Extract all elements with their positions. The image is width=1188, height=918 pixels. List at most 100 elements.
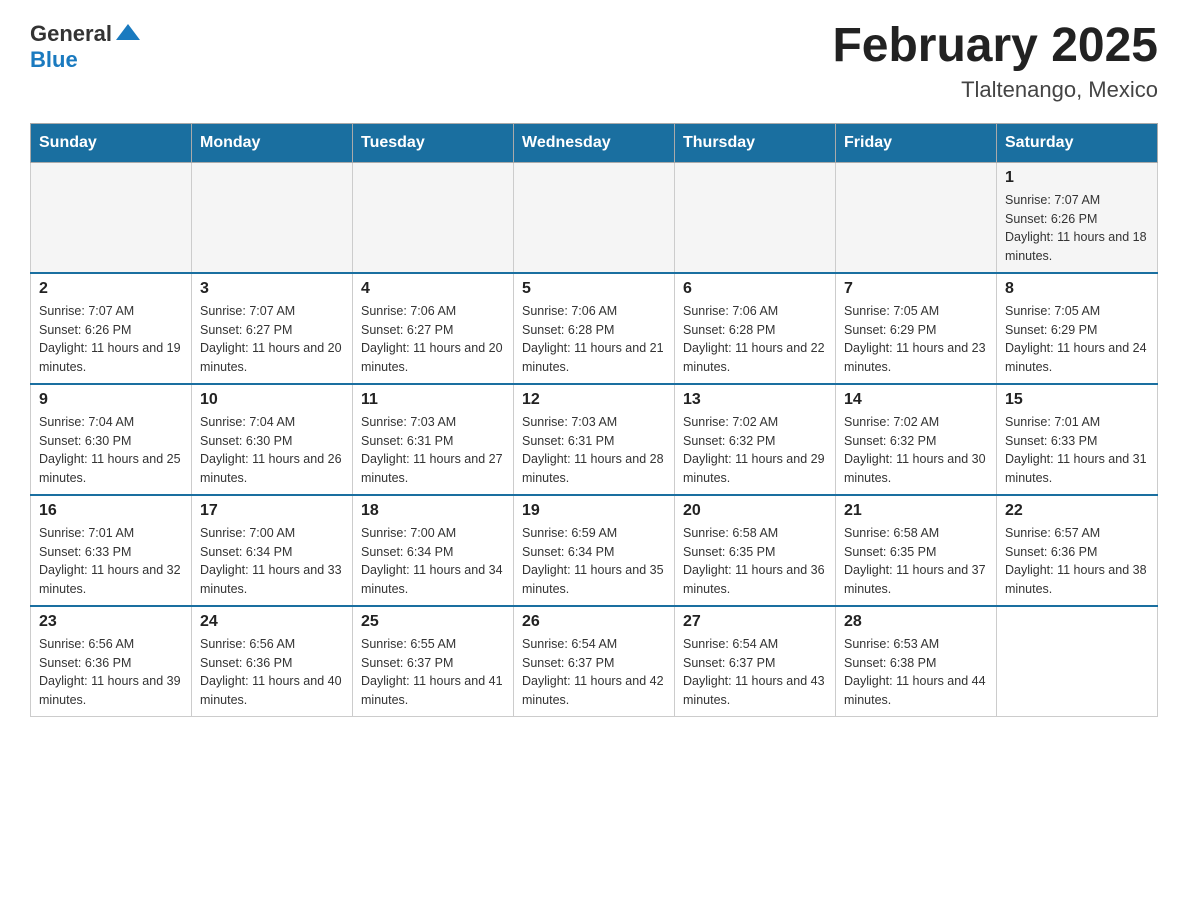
page-header: General Blue February 2025 Tlaltenango, … xyxy=(30,20,1158,103)
calendar-cell: 4Sunrise: 7:06 AMSunset: 6:27 PMDaylight… xyxy=(353,273,514,384)
calendar-cell: 13 Sunrise: 7:02 AMSunset: 6:32 PMDayligh… xyxy=(675,384,836,495)
day-number: 3 xyxy=(200,280,344,298)
day-info: Sunrise: 7:01 AMSunset: 6:33 PMDaylight:… xyxy=(39,524,183,599)
day-info: Sunrise: 7:06 AMSunset: 6:27 PMDaylight:… xyxy=(361,302,505,377)
calendar-cell xyxy=(675,162,836,273)
calendar-week-4: 23Sunrise: 6:56 AMSunset: 6:36 PMDayligh… xyxy=(31,606,1158,717)
day-number: 22 xyxy=(1005,502,1149,520)
calendar-cell: 2 Sunrise: 7:07 AMSunset: 6:26 PMDaylight… xyxy=(31,273,192,384)
day-number: 18 xyxy=(361,502,505,520)
day-info: Sunrise: 6:56 AMSunset: 6:36 PMDaylight:… xyxy=(200,635,344,710)
day-number: 19 xyxy=(522,502,666,520)
calendar-cell xyxy=(353,162,514,273)
day-info: Sunrise: 7:07 AMSunset: 6:26 PMDaylight:… xyxy=(1005,191,1149,266)
calendar-cell: 8 Sunrise: 7:05 AMSunset: 6:29 PMDaylight… xyxy=(997,273,1158,384)
day-number: 10 xyxy=(200,391,344,409)
calendar-week-3: 16 Sunrise: 7:01 AMSunset: 6:33 PMDayligh… xyxy=(31,495,1158,606)
calendar-cell xyxy=(836,162,997,273)
calendar-cell xyxy=(192,162,353,273)
day-number: 9 xyxy=(39,391,183,409)
day-info: Sunrise: 7:02 AMSunset: 6:32 PMDaylight:… xyxy=(844,413,988,488)
day-info: Sunrise: 7:05 AMSunset: 6:29 PMDaylight:… xyxy=(1005,302,1149,377)
day-info: Sunrise: 7:07 AMSunset: 6:27 PMDaylight:… xyxy=(200,302,344,377)
calendar-cell: 26 Sunrise: 6:54 AMSunset: 6:37 PMDayligh… xyxy=(514,606,675,717)
day-info: Sunrise: 7:04 AMSunset: 6:30 PMDaylight:… xyxy=(200,413,344,488)
day-number: 27 xyxy=(683,613,827,631)
day-info: Sunrise: 6:55 AMSunset: 6:37 PMDaylight:… xyxy=(361,635,505,710)
calendar-cell: 15Sunrise: 7:01 AMSunset: 6:33 PMDayligh… xyxy=(997,384,1158,495)
calendar-cell: 7 Sunrise: 7:05 AMSunset: 6:29 PMDaylight… xyxy=(836,273,997,384)
day-info: Sunrise: 6:59 AMSunset: 6:34 PMDaylight:… xyxy=(522,524,666,599)
col-sunday: Sunday xyxy=(31,123,192,162)
calendar-cell: 17 Sunrise: 7:00 AMSunset: 6:34 PMDayligh… xyxy=(192,495,353,606)
calendar-cell: 24 Sunrise: 6:56 AMSunset: 6:36 PMDayligh… xyxy=(192,606,353,717)
logo-general: General xyxy=(30,22,112,46)
day-number: 15 xyxy=(1005,391,1149,409)
day-number: 13 xyxy=(683,391,827,409)
day-info: Sunrise: 7:03 AMSunset: 6:31 PMDaylight:… xyxy=(522,413,666,488)
calendar-cell: 10 Sunrise: 7:04 AMSunset: 6:30 PMDayligh… xyxy=(192,384,353,495)
calendar-cell: 11 Sunrise: 7:03 AMSunset: 6:31 PMDayligh… xyxy=(353,384,514,495)
day-number: 8 xyxy=(1005,280,1149,298)
day-info: Sunrise: 6:54 AMSunset: 6:37 PMDaylight:… xyxy=(683,635,827,710)
col-monday: Monday xyxy=(192,123,353,162)
calendar-cell: 22Sunrise: 6:57 AMSunset: 6:36 PMDayligh… xyxy=(997,495,1158,606)
day-number: 11 xyxy=(361,391,505,409)
calendar-cell: 19 Sunrise: 6:59 AMSunset: 6:34 PMDayligh… xyxy=(514,495,675,606)
calendar-cell: 14 Sunrise: 7:02 AMSunset: 6:32 PMDayligh… xyxy=(836,384,997,495)
calendar-cell: 3 Sunrise: 7:07 AMSunset: 6:27 PMDaylight… xyxy=(192,273,353,384)
day-number: 6 xyxy=(683,280,827,298)
day-info: Sunrise: 6:53 AMSunset: 6:38 PMDaylight:… xyxy=(844,635,988,710)
calendar-week-2: 9 Sunrise: 7:04 AMSunset: 6:30 PMDaylight… xyxy=(31,384,1158,495)
day-info: Sunrise: 6:58 AMSunset: 6:35 PMDaylight:… xyxy=(844,524,988,599)
calendar-cell: 16 Sunrise: 7:01 AMSunset: 6:33 PMDayligh… xyxy=(31,495,192,606)
calendar-cell: 20 Sunrise: 6:58 AMSunset: 6:35 PMDayligh… xyxy=(675,495,836,606)
calendar-cell: 12 Sunrise: 7:03 AMSunset: 6:31 PMDayligh… xyxy=(514,384,675,495)
calendar-cell: 27 Sunrise: 6:54 AMSunset: 6:37 PMDayligh… xyxy=(675,606,836,717)
calendar-cell: 1 Sunrise: 7:07 AMSunset: 6:26 PMDaylight… xyxy=(997,162,1158,273)
calendar-cell: 25 Sunrise: 6:55 AMSunset: 6:37 PMDayligh… xyxy=(353,606,514,717)
col-thursday: Thursday xyxy=(675,123,836,162)
calendar-cell: 28 Sunrise: 6:53 AMSunset: 6:38 PMDayligh… xyxy=(836,606,997,717)
col-friday: Friday xyxy=(836,123,997,162)
day-number: 17 xyxy=(200,502,344,520)
day-number: 2 xyxy=(39,280,183,298)
calendar-cell: 5 Sunrise: 7:06 AMSunset: 6:28 PMDaylight… xyxy=(514,273,675,384)
day-info: Sunrise: 7:00 AMSunset: 6:34 PMDaylight:… xyxy=(361,524,505,599)
day-number: 25 xyxy=(361,613,505,631)
day-number: 7 xyxy=(844,280,988,298)
day-info: Sunrise: 7:02 AMSunset: 6:32 PMDaylight:… xyxy=(683,413,827,488)
title-section: February 2025 Tlaltenango, Mexico xyxy=(832,20,1158,103)
calendar-cell xyxy=(997,606,1158,717)
day-number: 26 xyxy=(522,613,666,631)
month-title: February 2025 xyxy=(832,20,1158,73)
day-info: Sunrise: 6:56 AMSunset: 6:36 PMDaylight:… xyxy=(39,635,183,710)
col-saturday: Saturday xyxy=(997,123,1158,162)
calendar-week-0: 1 Sunrise: 7:07 AMSunset: 6:26 PMDaylight… xyxy=(31,162,1158,273)
col-wednesday: Wednesday xyxy=(514,123,675,162)
day-info: Sunrise: 7:00 AMSunset: 6:34 PMDaylight:… xyxy=(200,524,344,599)
day-info: Sunrise: 6:54 AMSunset: 6:37 PMDaylight:… xyxy=(522,635,666,710)
day-number: 16 xyxy=(39,502,183,520)
day-info: Sunrise: 7:04 AMSunset: 6:30 PMDaylight:… xyxy=(39,413,183,488)
day-number: 14 xyxy=(844,391,988,409)
day-number: 28 xyxy=(844,613,988,631)
day-info: Sunrise: 7:03 AMSunset: 6:31 PMDaylight:… xyxy=(361,413,505,488)
calendar-header-row: Sunday Monday Tuesday Wednesday Thursday… xyxy=(31,123,1158,162)
day-number: 24 xyxy=(200,613,344,631)
calendar-cell: 9 Sunrise: 7:04 AMSunset: 6:30 PMDaylight… xyxy=(31,384,192,495)
day-info: Sunrise: 7:06 AMSunset: 6:28 PMDaylight:… xyxy=(522,302,666,377)
day-info: Sunrise: 7:07 AMSunset: 6:26 PMDaylight:… xyxy=(39,302,183,377)
day-info: Sunrise: 7:06 AMSunset: 6:28 PMDaylight:… xyxy=(683,302,827,377)
day-number: 5 xyxy=(522,280,666,298)
day-info: Sunrise: 7:05 AMSunset: 6:29 PMDaylight:… xyxy=(844,302,988,377)
logo: General Blue xyxy=(30,20,142,72)
day-info: Sunrise: 6:58 AMSunset: 6:35 PMDaylight:… xyxy=(683,524,827,599)
day-number: 1 xyxy=(1005,169,1149,187)
day-number: 12 xyxy=(522,391,666,409)
day-number: 20 xyxy=(683,502,827,520)
col-tuesday: Tuesday xyxy=(353,123,514,162)
logo-icon xyxy=(114,20,142,48)
calendar-table: Sunday Monday Tuesday Wednesday Thursday… xyxy=(30,123,1158,717)
calendar-cell xyxy=(514,162,675,273)
